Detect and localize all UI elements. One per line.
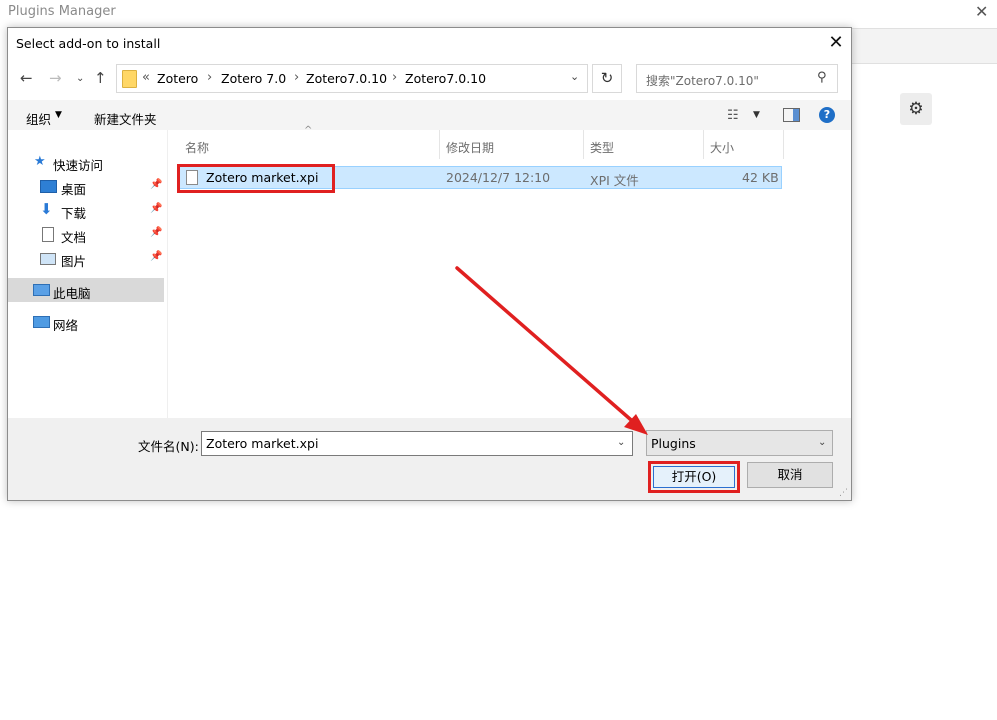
- nav-item-network[interactable]: 网络: [8, 310, 164, 334]
- filename-dropdown-icon[interactable]: ⌄: [617, 437, 625, 448]
- help-icon[interactable]: ?: [819, 107, 835, 123]
- column-separator[interactable]: [703, 130, 704, 159]
- nav-label: 此电脑: [53, 286, 91, 301]
- column-header-type[interactable]: 类型: [590, 139, 614, 156]
- search-input[interactable]: 搜索"Zotero7.0.10" ⚲: [636, 64, 838, 93]
- back-arrow-icon[interactable]: ←: [20, 69, 33, 87]
- nav-label: 快速访问: [53, 158, 104, 173]
- breadcrumb-segment[interactable]: Zotero: [157, 71, 198, 86]
- resize-grip-icon[interactable]: ⋰: [839, 488, 848, 498]
- background-window-title: Plugins Manager: [8, 4, 116, 19]
- folder-icon: [122, 70, 137, 88]
- background-toolbar-strip: [850, 28, 997, 64]
- column-header-size[interactable]: 大小: [710, 139, 734, 156]
- nav-label: 图片: [61, 254, 87, 269]
- filter-dropdown-icon[interactable]: ⌄: [818, 437, 826, 448]
- filter-value: Plugins: [651, 436, 696, 451]
- nav-label: 网络: [53, 318, 79, 333]
- open-button-highlight: 打开(O): [648, 461, 740, 493]
- column-header-modified[interactable]: 修改日期: [446, 139, 494, 156]
- refresh-icon[interactable]: ↻: [592, 64, 622, 93]
- breadcrumb-segment[interactable]: Zotero 7.0: [221, 71, 286, 86]
- breadcrumb-chevron-icon[interactable]: ›: [294, 70, 299, 85]
- breadcrumb-segment[interactable]: Zotero7.0.10: [405, 71, 486, 86]
- download-icon: ⬇: [40, 200, 53, 218]
- open-button[interactable]: 打开(O): [653, 466, 735, 488]
- nav-item-downloads[interactable]: ⬇ 下载 📌: [8, 198, 164, 222]
- computer-icon: [33, 284, 50, 296]
- dialog-close-icon[interactable]: ✕: [824, 31, 848, 55]
- cancel-button[interactable]: 取消: [747, 462, 833, 488]
- preview-pane-icon[interactable]: [783, 108, 800, 122]
- filename-input[interactable]: Zotero market.xpi ⌄: [201, 431, 633, 456]
- sort-ascending-icon: ^: [304, 125, 313, 136]
- dialog-title: Select add-on to install: [16, 36, 161, 51]
- column-separator[interactable]: [783, 130, 784, 159]
- gear-icon[interactable]: ⚙: [900, 93, 932, 125]
- column-separator[interactable]: [439, 130, 440, 159]
- desktop-icon: [40, 180, 57, 193]
- pictures-icon: [40, 253, 56, 265]
- pin-icon[interactable]: 📌: [150, 179, 162, 190]
- filename-label: 文件名(N):: [138, 439, 199, 454]
- new-folder-button[interactable]: 新建文件夹: [94, 109, 157, 128]
- network-icon: [33, 316, 50, 328]
- annotation-highlight-file: [177, 164, 335, 193]
- pin-icon[interactable]: 📌: [150, 203, 162, 214]
- pane-divider[interactable]: [167, 130, 168, 418]
- recent-locations-chevron-icon[interactable]: ⌄: [76, 73, 84, 84]
- view-options-icon[interactable]: ☷: [727, 108, 739, 123]
- pin-icon[interactable]: 📌: [150, 251, 162, 262]
- address-dropdown-icon[interactable]: ⌄: [570, 70, 579, 83]
- address-bar[interactable]: « Zotero › Zotero 7.0 › Zotero7.0.10 › Z…: [116, 64, 588, 93]
- file-size: 42 KB: [742, 170, 779, 185]
- file-modified: 2024/12/7 12:10: [446, 170, 551, 185]
- file-type: XPI 文件: [590, 173, 639, 188]
- navigation-pane: ★ 快速访问 桌面 📌 ⬇ 下载 📌 文档 📌 图片 📌 此电脑 网络: [8, 130, 166, 418]
- search-icon[interactable]: ⚲: [817, 70, 827, 85]
- nav-item-this-pc[interactable]: 此电脑: [8, 278, 164, 302]
- forward-arrow-icon[interactable]: →: [49, 69, 62, 87]
- nav-label: 桌面: [61, 182, 87, 197]
- nav-item-documents[interactable]: 文档 📌: [8, 222, 164, 246]
- breadcrumb-chevron-icon[interactable]: ›: [207, 70, 212, 85]
- file-open-dialog: Select add-on to install ✕ ← → ⌄ ↑ « Zot…: [7, 27, 852, 501]
- pin-icon[interactable]: 📌: [150, 227, 162, 238]
- nav-label: 文档: [61, 230, 87, 245]
- breadcrumb-segment[interactable]: Zotero7.0.10: [306, 71, 387, 86]
- background-close-icon[interactable]: ✕: [975, 2, 988, 21]
- column-separator[interactable]: [583, 130, 584, 159]
- nav-item-desktop[interactable]: 桌面 📌: [8, 174, 164, 198]
- nav-label: 下载: [61, 206, 87, 221]
- column-header-name[interactable]: 名称: [185, 139, 209, 156]
- filename-value: Zotero market.xpi: [206, 436, 319, 451]
- up-arrow-icon[interactable]: ↑: [94, 69, 107, 87]
- breadcrumb-overflow[interactable]: «: [142, 70, 150, 85]
- star-icon: ★: [34, 154, 46, 169]
- organize-dropdown-icon[interactable]: ▼: [55, 110, 62, 120]
- organize-button[interactable]: 组织: [26, 109, 51, 128]
- search-placeholder: 搜索"Zotero7.0.10": [646, 74, 759, 88]
- document-icon: [42, 227, 54, 242]
- nav-item-quick-access[interactable]: ★ 快速访问: [8, 150, 164, 174]
- nav-item-pictures[interactable]: 图片 📌: [8, 246, 164, 270]
- view-dropdown-icon[interactable]: ▼: [753, 110, 760, 120]
- breadcrumb-chevron-icon[interactable]: ›: [392, 70, 397, 85]
- file-type-filter-select[interactable]: Plugins ⌄: [646, 430, 833, 456]
